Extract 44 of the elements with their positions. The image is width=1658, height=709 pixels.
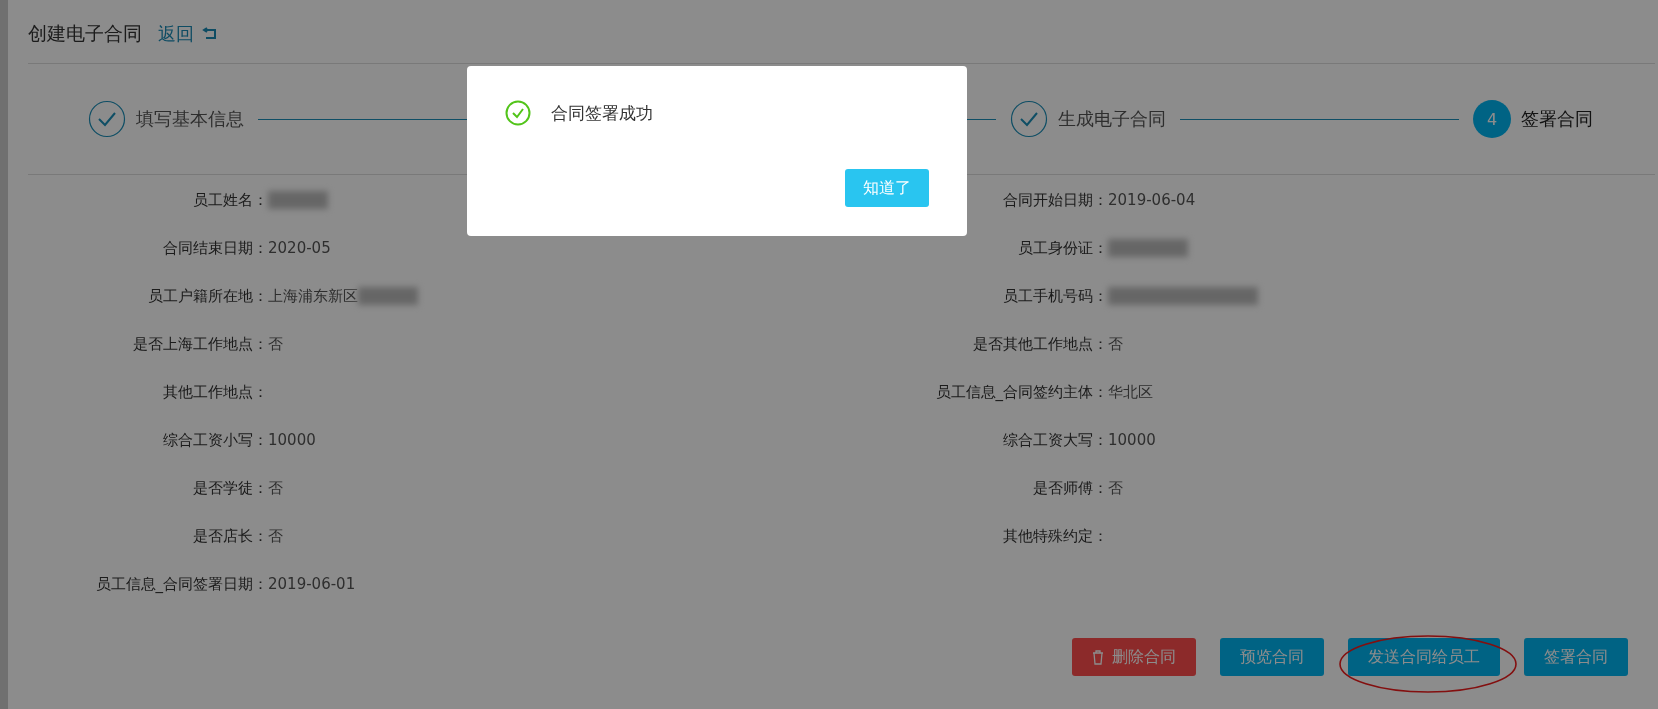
field-value: 10000 <box>268 431 316 449</box>
action-button[interactable]: 发送合同给员工 <box>1348 638 1500 676</box>
step-number: 4 <box>1473 100 1511 138</box>
field-label: 是否学徒： <box>192 478 268 498</box>
page-title: 创建电子合同 <box>28 20 142 46</box>
dialog-message: 合同签署成功 <box>551 101 653 125</box>
return-icon <box>202 26 218 41</box>
step-label: 签署合同 <box>1521 107 1593 131</box>
field-label: 员工信息_合同签约主体： <box>934 382 1108 402</box>
field-label: 员工身份证： <box>1017 238 1108 258</box>
field-value: 2019-06-04 <box>1108 191 1196 209</box>
field-value: 上海浦东新区 <box>268 286 358 306</box>
field-label: 是否师傅： <box>1032 478 1108 498</box>
field-label: 合同结束日期： <box>162 238 268 258</box>
field-label: 是否其他工作地点： <box>972 334 1108 354</box>
field-label: 综合工资大写： <box>1002 430 1108 450</box>
field-value: 2020-05 <box>268 239 331 257</box>
trash-icon <box>1092 649 1104 665</box>
ok-button[interactable]: 知道了 <box>845 169 929 207</box>
back-link[interactable]: 返回 <box>158 21 218 46</box>
field-label: 员工手机号码： <box>1002 286 1108 306</box>
field-value: 10000 <box>1108 431 1156 449</box>
field-label: 其他特殊约定： <box>1002 526 1108 546</box>
field-label: 员工姓名： <box>192 190 268 210</box>
field-value: 否 <box>268 334 283 354</box>
success-icon <box>505 100 531 126</box>
field-value: 否 <box>268 478 283 498</box>
field-label: 其他工作地点： <box>162 382 268 402</box>
field-label: 合同开始日期： <box>1002 190 1108 210</box>
action-button[interactable]: 预览合同 <box>1220 638 1324 676</box>
field-label: 是否店长： <box>192 526 268 546</box>
field-value: 否 <box>268 526 283 546</box>
field-label: 员工户籍所在地： <box>147 286 268 306</box>
step-label: 生成电子合同 <box>1058 107 1167 131</box>
field-value: 2019-06-01 <box>268 575 356 593</box>
field-value: 否 <box>1108 478 1123 498</box>
action-button[interactable]: 签署合同 <box>1524 638 1628 676</box>
field-value: 否 <box>1108 334 1123 354</box>
field-label: 综合工资小写： <box>162 430 268 450</box>
field-label: 是否上海工作地点： <box>132 334 268 354</box>
field-label: 员工信息_合同签署日期： <box>94 574 268 594</box>
action-button[interactable]: 删除合同 <box>1072 638 1196 676</box>
field-value: 华北区 <box>1108 382 1153 402</box>
step-label: 填写基本信息 <box>136 107 244 131</box>
